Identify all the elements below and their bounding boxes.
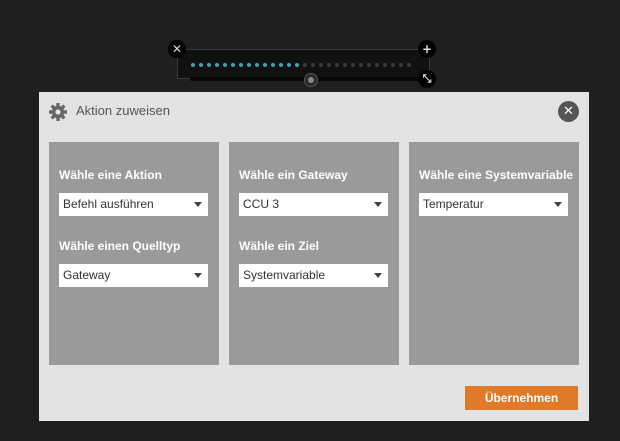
slider-handle[interactable] — [304, 73, 318, 87]
indicator-dot — [263, 63, 267, 67]
action-select-value: Befehl ausführen — [63, 197, 154, 211]
indicator-dot — [399, 63, 403, 67]
indicator-dot — [199, 63, 203, 67]
dialog-title: Aktion zuweisen — [76, 103, 170, 118]
indicator-dot — [247, 63, 251, 67]
indicator-dot — [335, 63, 339, 67]
chevron-down-icon — [374, 202, 382, 207]
source-type-select[interactable]: Gateway — [59, 264, 208, 287]
indicator-dot — [327, 63, 331, 67]
widget-close-icon[interactable]: ✕ — [168, 40, 186, 58]
widget-frame — [177, 49, 434, 87]
indicator-dot — [231, 63, 235, 67]
indicator-dot — [271, 63, 275, 67]
target-label: Wähle ein Ziel — [239, 239, 320, 253]
chevron-down-icon — [374, 273, 382, 278]
widget-resize-icon[interactable]: ⤡ — [418, 70, 436, 88]
source-type-label: Wähle einen Quelltyp — [59, 239, 181, 253]
dialog-header: Aktion zuweisen ✕ — [39, 92, 589, 132]
indicator-dot — [383, 63, 387, 67]
indicator-dot — [239, 63, 243, 67]
indicator-dot — [311, 63, 315, 67]
chevron-down-icon — [554, 202, 562, 207]
chevron-down-icon — [194, 273, 202, 278]
close-icon[interactable]: ✕ — [558, 101, 579, 122]
indicator-dot — [359, 63, 363, 67]
system-variable-select[interactable]: Temperatur — [419, 193, 568, 216]
target-select-value: Systemvariable — [243, 268, 326, 282]
indicator-dot — [343, 63, 347, 67]
indicator-dot — [407, 63, 411, 67]
system-variable-panel: Wähle eine Systemvariable Temperatur — [409, 142, 579, 365]
apply-button[interactable]: Übernehmen — [465, 386, 578, 410]
indicator-dot — [319, 63, 323, 67]
indicator-dot — [295, 63, 299, 67]
indicator-dot — [367, 63, 371, 67]
slider-widget: ✕ + ⤡ — [168, 40, 438, 88]
gateway-select[interactable]: CCU 3 — [239, 193, 388, 216]
action-select[interactable]: Befehl ausführen — [59, 193, 208, 216]
indicator-dot — [255, 63, 259, 67]
indicator-dot — [375, 63, 379, 67]
action-label: Wähle eine Aktion — [59, 168, 162, 182]
system-variable-select-value: Temperatur — [423, 197, 484, 211]
indicator-dot — [223, 63, 227, 67]
action-panel: Wähle eine Aktion Befehl ausführen Wähle… — [49, 142, 219, 365]
chevron-down-icon — [194, 202, 202, 207]
gateway-panel: Wähle ein Gateway CCU 3 Wähle ein Ziel S… — [229, 142, 399, 365]
indicator-dot — [279, 63, 283, 67]
gateway-label: Wähle ein Gateway — [239, 168, 348, 182]
indicator-dot — [391, 63, 395, 67]
indicator-dot — [351, 63, 355, 67]
indicator-dot — [191, 63, 195, 67]
source-type-select-value: Gateway — [63, 268, 111, 282]
target-select[interactable]: Systemvariable — [239, 264, 388, 287]
assign-action-dialog: Aktion zuweisen ✕ Wähle eine Aktion Befe… — [39, 92, 589, 421]
dot-indicator — [191, 62, 431, 68]
indicator-dot — [207, 63, 211, 67]
indicator-dot — [303, 63, 307, 67]
system-variable-label: Wähle eine Systemvariable — [419, 168, 574, 182]
indicator-dot — [287, 63, 291, 67]
widget-add-icon[interactable]: + — [418, 40, 436, 58]
gateway-select-value: CCU 3 — [243, 197, 280, 211]
indicator-dot — [215, 63, 219, 67]
gear-icon — [49, 103, 67, 121]
